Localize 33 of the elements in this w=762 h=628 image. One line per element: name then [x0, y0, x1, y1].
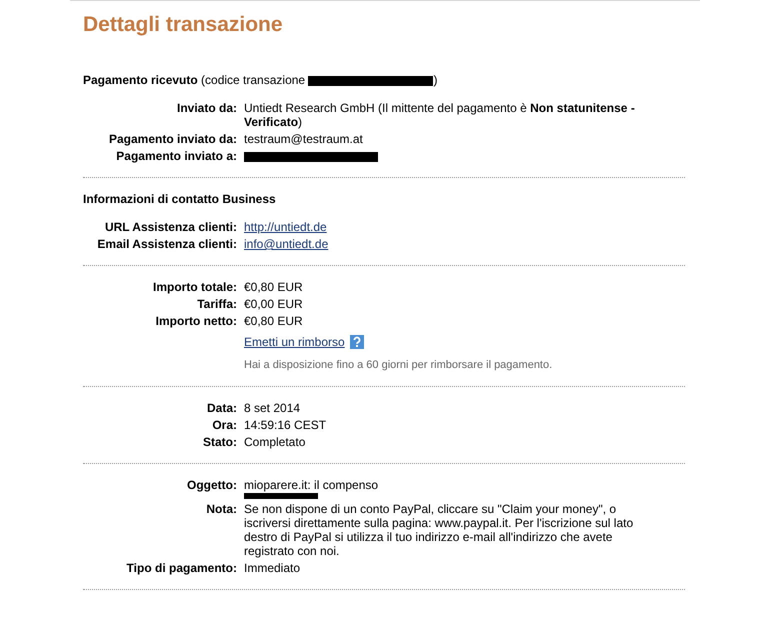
field-value: mioparere.it: il compenso — [244, 478, 378, 492]
field-value: Immediato — [244, 561, 302, 575]
field-value: Se non dispone di un conto PayPal, cliccare su "Claim your money", o iscriversi direttamente sulla pagina: www.paypal.it. Per l'iscrizione sul lato destro di PayPal si utilizza il tuo indirizzo e-mail all'indirizzo che avete registrato con noi. — [244, 502, 634, 558]
field-label: Nota: — [205, 502, 237, 518]
field-label: Importo totale: — [152, 280, 237, 294]
field-value: €0,00 EUR — [244, 297, 304, 311]
field-label: Ora: — [211, 418, 237, 432]
field-label: Inviato da: — [176, 101, 237, 117]
field-label: URL Assistenza clienti: — [104, 220, 237, 234]
field-value: Completato — [244, 435, 306, 449]
section-heading: Pagamento ricevuto (codice transazione — [83, 73, 306, 87]
field-label: Tariffa: — [196, 297, 237, 311]
field-label: Pagamento inviato da: — [108, 132, 237, 146]
field-label: Stato: — [202, 435, 237, 449]
field-label: Tipo di pagamento: — [126, 561, 237, 575]
field-label: Importo netto: — [154, 314, 237, 328]
closing-parenthesis: ) — [433, 73, 438, 87]
field-label: Pagamento inviato a: — [115, 149, 237, 163]
link[interactable]: http://untiedt.de — [244, 220, 327, 234]
field-value: Untiedt Research GmbH (Il mittente del pagamento è Non statunitense - Verificato) — [244, 101, 636, 129]
field-value: 8 set 2014 — [244, 401, 302, 415]
field-label: Oggetto: — [186, 478, 237, 494]
field-label: Email Assistenza clienti: — [96, 237, 237, 251]
refund-note: Hai a disposizione fino a 60 giorni per rimborsare il pagamento. — [244, 358, 554, 372]
field-label: Data: — [206, 401, 237, 415]
field-value: €0,80 EUR — [244, 314, 304, 328]
page-title: Dettagli transazione — [83, 13, 284, 37]
field-value: €0,80 EUR — [244, 280, 304, 294]
field-value: testraum@testraum.at — [244, 132, 364, 146]
section-heading: Informazioni di contatto Business — [83, 192, 276, 206]
link[interactable]: info@untiedt.de — [244, 237, 328, 251]
refund-link[interactable]: Emetti un rimborso — [244, 335, 345, 349]
field-value: 14:59:16 CEST — [244, 418, 328, 432]
